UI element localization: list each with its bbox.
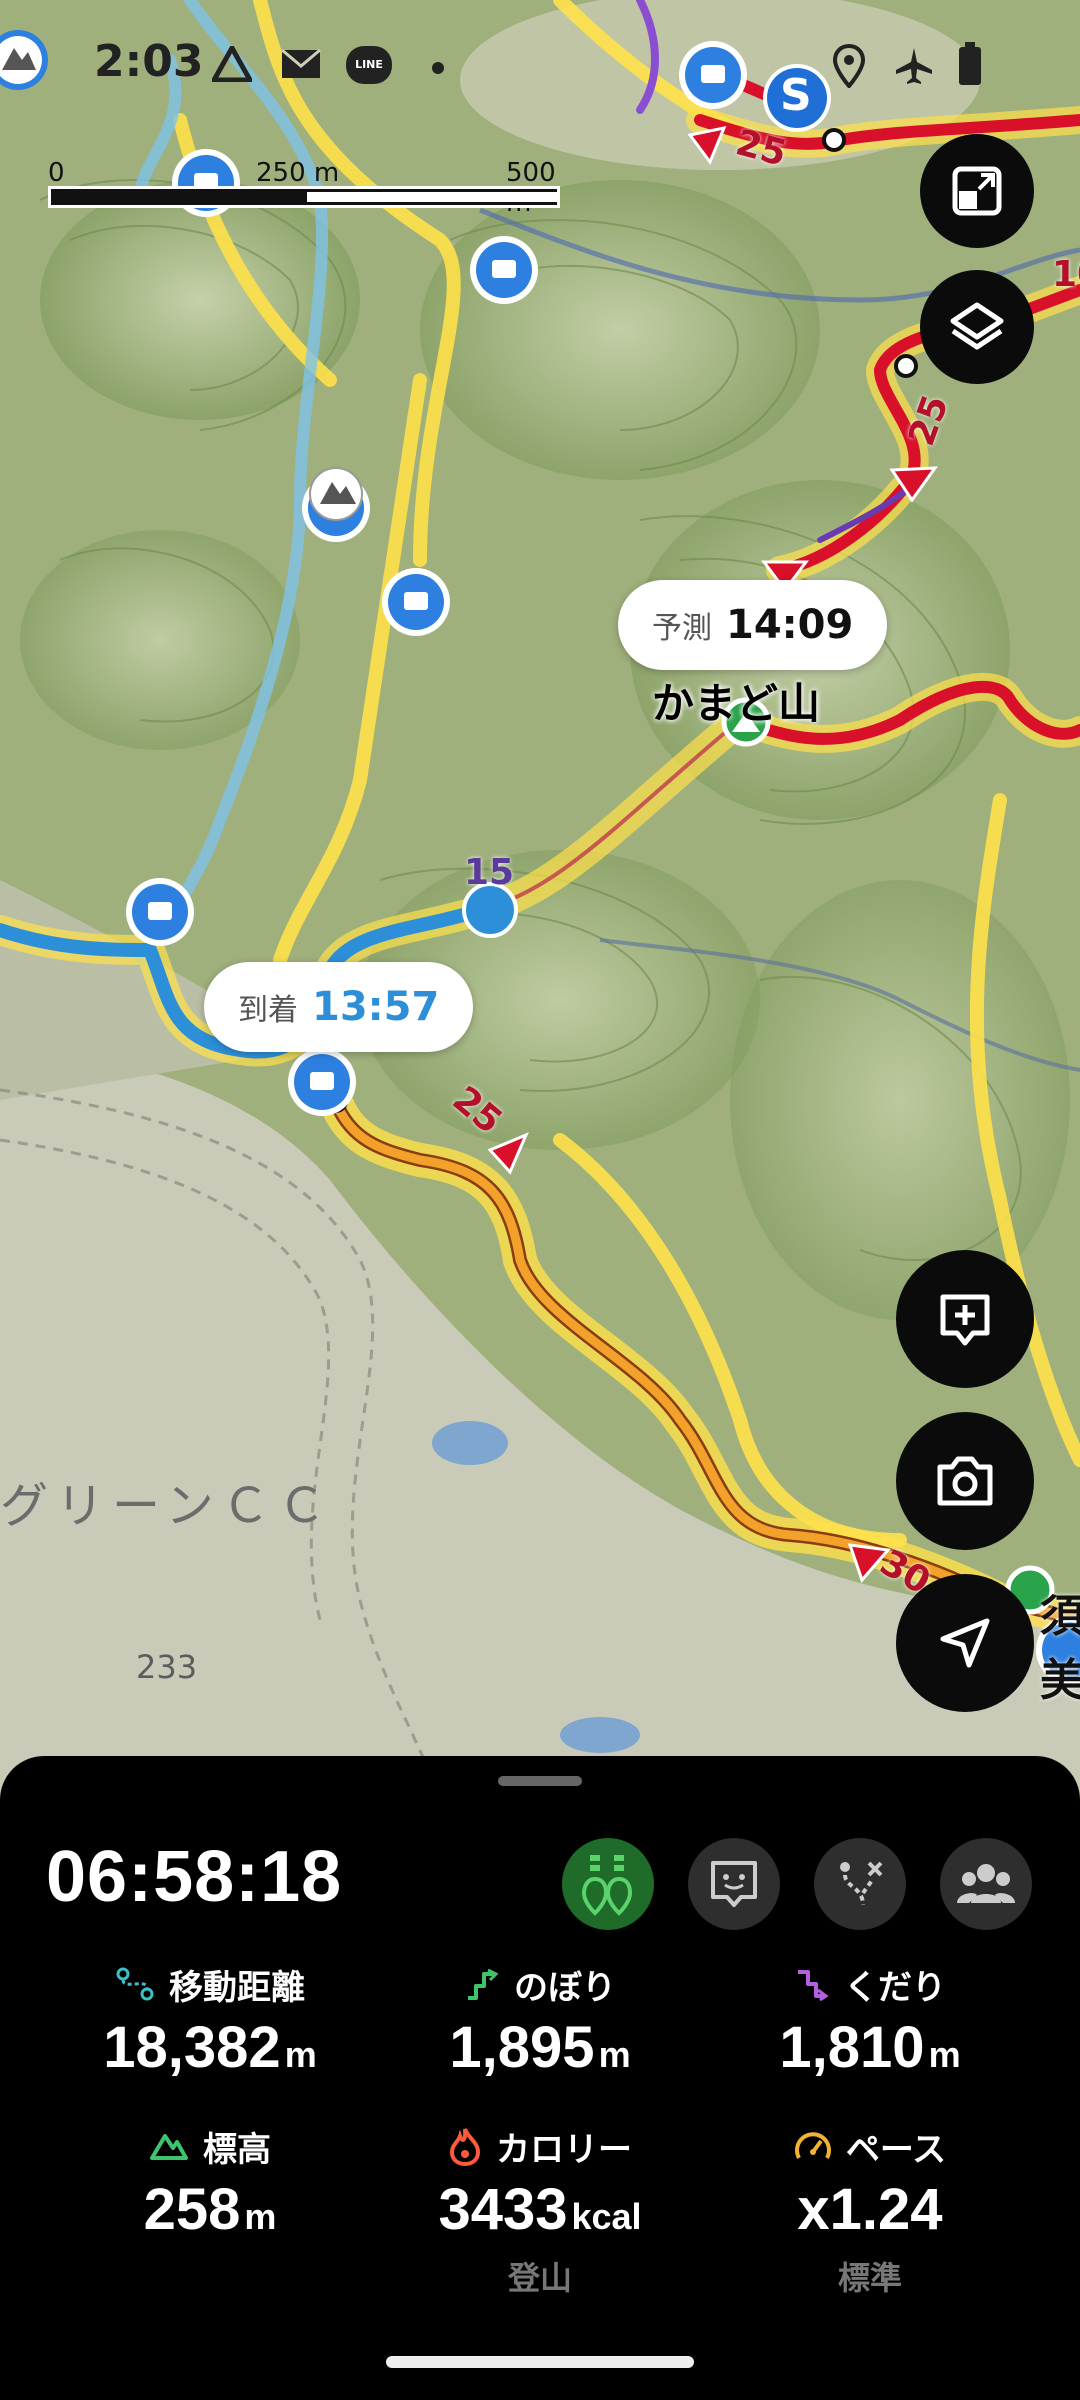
stat-value: 3433 [438,2177,568,2242]
stat-unit: kcal [571,2196,642,2237]
stat-unit: m [284,2034,317,2075]
speedometer-icon [794,2132,831,2159]
stat-ascent: のぼり 1,895 m [360,1962,720,2081]
location-icon [832,44,866,88]
stat-distance: 移動距離 18,382 m [30,1962,390,2081]
memo-button[interactable] [688,1838,780,1930]
stat-elevation: 標高 258 m [30,2124,390,2243]
arrival-label: 到着 [238,993,298,1028]
route-branch-icon [840,1861,883,1906]
stat-label: のぼり [514,1967,616,2008]
predict-label: 予測 [652,611,712,646]
stat-value: x1.24 [797,2177,943,2242]
memo-face-icon [711,1861,757,1907]
stat-value: 18,382 [103,2015,281,2080]
line-app-icon: LINE [346,46,392,84]
navigate-icon [940,1618,990,1668]
elevation-icon [150,2134,188,2160]
stat-value: 1,895 [449,2015,595,2080]
dot-icon [432,62,444,74]
predicted-time-callout[interactable]: 予測 14:09 [618,580,888,670]
stat-unit: m [598,2034,631,2075]
descent-icon [798,1970,829,2002]
layers-button[interactable] [920,270,1034,384]
stat-label: 移動距離 [169,1967,305,2008]
fit-route-icon [952,166,1002,216]
route-branch-button[interactable] [814,1838,906,1930]
peak-name-label: かまど山 [652,679,821,728]
status-bar: 2:03 LINE [0,0,1080,130]
airplane-icon [896,48,932,84]
status-time: 2:03 [94,36,204,87]
partial-place-label: 須美 [1040,1591,1080,1706]
stat-descent: くだり 1,810 m [690,1962,1050,2081]
fit-route-button[interactable] [920,134,1034,248]
calorie-activity-type: 登山 [507,2259,572,2297]
elapsed-time: 06:58:18 [46,1837,343,1917]
stat-calorie: カロリー 3433 kcal 登山 [360,2124,720,2299]
arrival-time: 13:57 [312,984,440,1030]
stat-label: カロリー [496,2129,632,2170]
camera-icon [937,1456,993,1506]
stat-pace: ペース x1.24 標準 [690,2124,1050,2299]
stat-label: くだり [844,1967,946,2008]
stat-label: ペース [845,2129,947,2170]
activity-panel: 06:58:18 移動距離 18,382 m のぼり 1,895 m くだり 1… [0,1756,1080,2400]
map-view[interactable]: かまど山 S グリーンＣＣ 233 須美 25 25 25 15 30 10 予… [0,0,1080,1800]
battery-icon [959,42,981,85]
stat-value: 1,810 [779,2015,925,2080]
ascent-icon [468,1968,499,2000]
group-icon [957,1864,1015,1903]
signal-triangle-icon [212,46,252,82]
panel-drag-handle[interactable] [498,1776,582,1786]
elevation-spot-label: 233 [136,1648,198,1686]
route-guide-icon [581,1855,633,1916]
stat-unit: m [928,2034,961,2075]
add-memo-icon [940,1294,990,1346]
layers-icon [950,302,1004,350]
scale-line [48,186,560,208]
scale-mid: 250 m [256,158,340,188]
flame-icon [449,2128,481,2166]
stat-value: 258 [143,2177,241,2242]
arrival-time-callout[interactable]: 到着 13:57 [204,962,474,1052]
region-label: グリーンＣＣ [0,1478,334,1534]
predict-time: 14:09 [726,602,854,648]
map-scale-bar: 0 250 m 500 m [48,158,560,218]
home-indicator[interactable] [386,2356,694,2368]
add-memo-button[interactable] [896,1250,1034,1388]
route-guide-button[interactable] [562,1838,654,1930]
mail-icon [281,48,321,78]
stat-unit: m [244,2196,277,2237]
pace-rating: 標準 [837,2259,902,2297]
scale-start: 0 [48,158,65,188]
segment-time-label: 10 [1052,254,1080,295]
group-button[interactable] [940,1838,1032,1930]
segment-time-label: 15 [464,852,515,893]
stat-label: 標高 [203,2129,271,2170]
distance-icon [116,1967,154,2001]
navigate-button[interactable] [896,1574,1034,1712]
camera-button[interactable] [896,1412,1034,1550]
